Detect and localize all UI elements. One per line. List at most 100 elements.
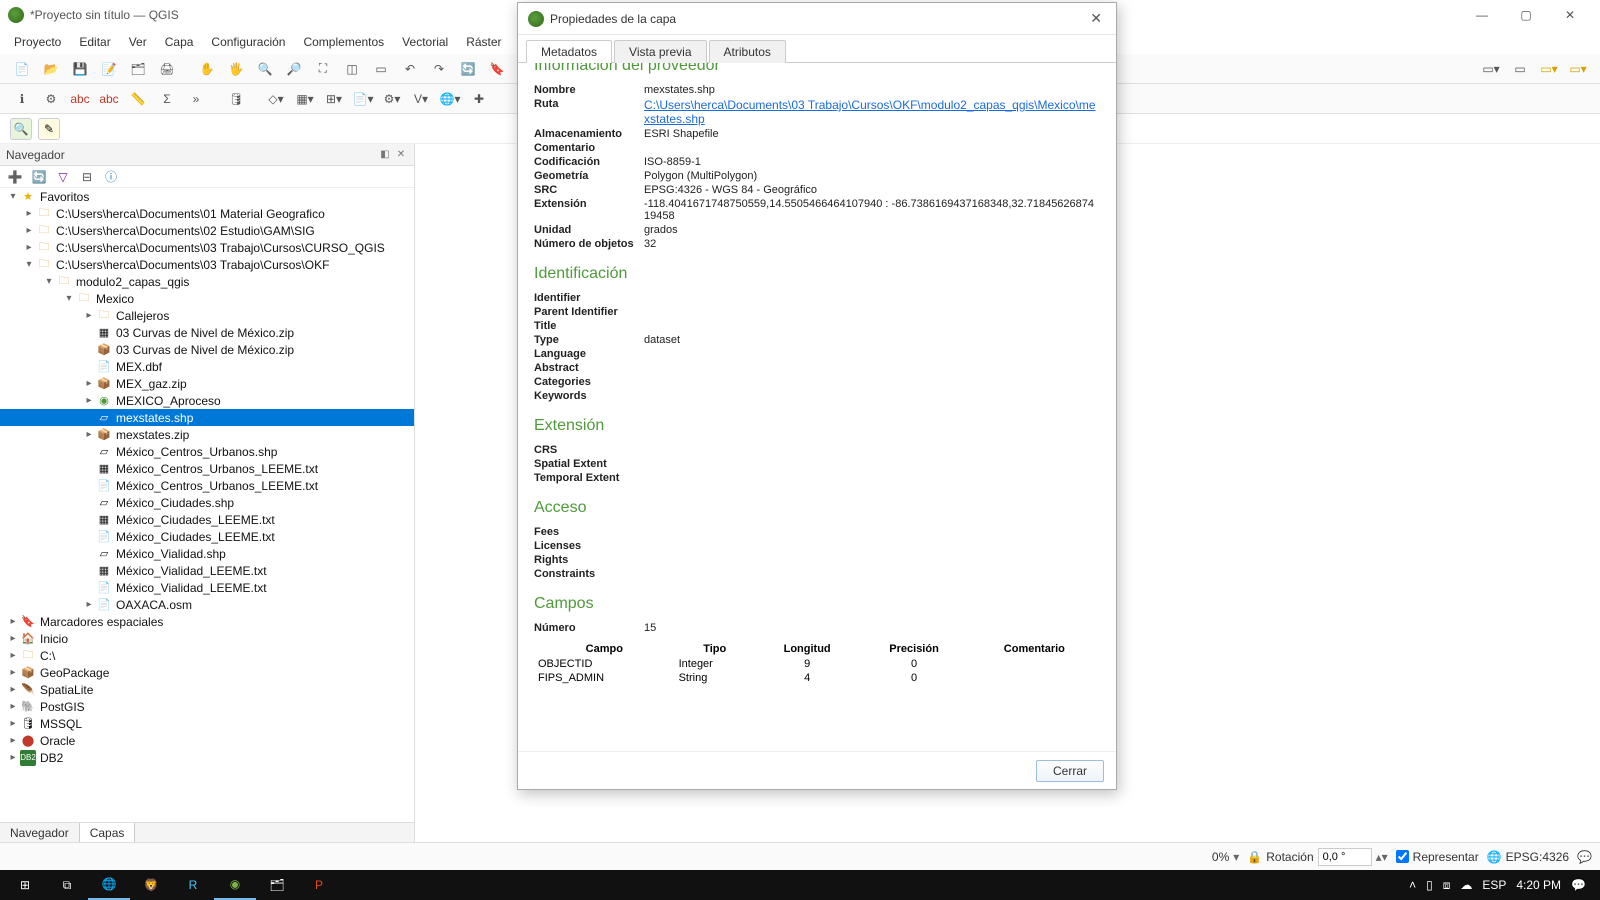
tree-item[interactable]: C:\Users\herca\Documents\03 Trabajo\Curs… xyxy=(56,258,329,272)
tree-item[interactable]: C:\ xyxy=(40,649,55,663)
panel-close-icon[interactable]: ✕ xyxy=(394,148,408,162)
wms-icon[interactable]: 🌐▾ xyxy=(438,87,462,111)
tree-item-selected[interactable]: mexstates.shp xyxy=(116,411,193,425)
tree-item[interactable]: Callejeros xyxy=(116,309,169,323)
menu-raster[interactable]: Ráster xyxy=(458,33,509,51)
tree-item[interactable]: Mexico xyxy=(96,292,134,306)
tree-item[interactable]: México_Centros_Urbanos.shp xyxy=(116,445,277,459)
task-view-icon[interactable]: ⧉ xyxy=(46,870,88,900)
pan-selection-icon[interactable]: 🖐 xyxy=(224,57,248,81)
tree-item[interactable]: México_Centros_Urbanos_LEEME.txt xyxy=(116,479,318,493)
filter-icon[interactable]: ▽ xyxy=(54,168,72,186)
add-layer-icon[interactable]: ➕ xyxy=(6,168,24,186)
close-button[interactable]: ✕ xyxy=(1548,0,1592,30)
tree-item[interactable]: DB2 xyxy=(40,751,63,765)
tree-item[interactable]: MEX.dbf xyxy=(116,360,162,374)
composer-icon[interactable]: 🖨 xyxy=(155,57,179,81)
tree-item[interactable]: MEXICO_Aproceso xyxy=(116,394,221,408)
save-project-icon[interactable]: 💾 xyxy=(68,57,92,81)
tree-item[interactable]: OAXACA.osm xyxy=(116,598,192,612)
save-as-icon[interactable]: 📝 xyxy=(97,57,121,81)
tray-notifications-icon[interactable]: 💬 xyxy=(1571,878,1586,892)
tree-item[interactable]: Marcadores espaciales xyxy=(40,615,163,629)
tray-battery-icon[interactable]: ▯ xyxy=(1426,878,1433,892)
select-value-icon[interactable]: ▭▾ xyxy=(1566,57,1590,81)
tree-item[interactable]: México_Centros_Urbanos_LEEME.txt xyxy=(116,462,318,476)
explorer-icon[interactable]: 🗂 xyxy=(256,870,298,900)
expand-icon[interactable]: » xyxy=(184,87,208,111)
quick-edit-icon[interactable]: ✎ xyxy=(38,118,60,140)
zoom-next-icon[interactable]: ↷ xyxy=(427,57,451,81)
menu-editar[interactable]: Editar xyxy=(71,33,118,51)
select-icon[interactable]: ▭▾ xyxy=(1479,57,1503,81)
new-project-icon[interactable]: 📄 xyxy=(10,57,34,81)
close-button[interactable]: Cerrar xyxy=(1036,760,1104,782)
browser-tree[interactable]: ▾★Favoritos ▸🗀C:\Users\herca\Documents\0… xyxy=(0,188,414,822)
identify-icon[interactable]: ℹ xyxy=(10,87,34,111)
rotation-input[interactable] xyxy=(1318,848,1372,866)
measure-icon[interactable]: 📏 xyxy=(126,87,150,111)
tray-dropbox-icon[interactable]: ⧈ xyxy=(1443,878,1451,893)
tray-time[interactable]: 4:20 PM xyxy=(1516,878,1561,892)
deselect-icon[interactable]: ▭ xyxy=(1508,57,1532,81)
tree-item[interactable]: Inicio xyxy=(40,632,68,646)
tree-item[interactable]: SpatiaLite xyxy=(40,683,93,697)
zoom-full-icon[interactable]: ⛶ xyxy=(311,57,335,81)
zoom-in-icon[interactable]: 🔍 xyxy=(253,57,277,81)
properties-icon[interactable]: ⓘ xyxy=(102,168,120,186)
tray-cloud-icon[interactable]: ☁ xyxy=(1460,878,1472,892)
tree-item[interactable]: México_Vialidad_LEEME.txt xyxy=(116,581,267,595)
chrome-icon[interactable]: 🌐 xyxy=(88,870,130,900)
new-bookmark-icon[interactable]: 🔖 xyxy=(485,57,509,81)
select-location-icon[interactable]: ▭▾ xyxy=(1537,57,1561,81)
quick-osm-icon[interactable]: 🔍 xyxy=(10,118,32,140)
tree-item[interactable]: modulo2_capas_qgis xyxy=(76,275,189,289)
zoom-out-icon[interactable]: 🔎 xyxy=(282,57,306,81)
panel-float-icon[interactable]: ◧ xyxy=(378,148,392,162)
action-icon[interactable]: ⚙ xyxy=(39,87,63,111)
rstudio-icon[interactable]: R xyxy=(172,870,214,900)
tab-metadatos[interactable]: Metadatos xyxy=(526,40,612,63)
zoom-last-icon[interactable]: ↶ xyxy=(398,57,422,81)
tree-item[interactable]: México_Vialidad.shp xyxy=(116,547,226,561)
render-checkbox[interactable] xyxy=(1396,850,1409,863)
tree-item[interactable]: México_Vialidad_LEEME.txt xyxy=(116,564,267,578)
tree-item[interactable]: C:\Users\herca\Documents\01 Material Geo… xyxy=(56,207,325,221)
vector-icon[interactable]: ◇▾ xyxy=(264,87,288,111)
maximize-button[interactable]: ▢ xyxy=(1504,0,1548,30)
messages-icon[interactable]: 💬 xyxy=(1577,850,1592,864)
tab-atributos[interactable]: Atributos xyxy=(709,40,786,63)
open-project-icon[interactable]: 📂 xyxy=(39,57,63,81)
tree-item[interactable]: Oracle xyxy=(40,734,75,748)
abc2-icon[interactable]: abc xyxy=(97,87,121,111)
zoom-selection-icon[interactable]: ◫ xyxy=(340,57,364,81)
virtual-icon[interactable]: V▾ xyxy=(409,87,433,111)
tab-vistaprevia[interactable]: Vista previa xyxy=(614,40,706,63)
menu-configuracion[interactable]: Configuración xyxy=(203,33,293,51)
tree-item[interactable]: México_Ciudades_LEEME.txt xyxy=(116,513,275,527)
delim-icon[interactable]: 📄▾ xyxy=(351,87,375,111)
brave-icon[interactable]: 🦁 xyxy=(130,870,172,900)
zoom-layer-icon[interactable]: ▭ xyxy=(369,57,393,81)
dialog-body[interactable]: Información del proveedor Nombremexstate… xyxy=(518,63,1116,751)
abc-icon[interactable]: abc xyxy=(68,87,92,111)
tree-item[interactable]: 03 Curvas de Nivel de México.zip xyxy=(116,343,294,357)
menu-complementos[interactable]: Complementos xyxy=(295,33,392,51)
tree-item[interactable]: C:\Users\herca\Documents\03 Trabajo\Curs… xyxy=(56,241,385,255)
tree-item[interactable]: GeoPackage xyxy=(40,666,109,680)
tree-item[interactable]: 03 Curvas de Nivel de México.zip xyxy=(116,326,294,340)
refresh-icon[interactable]: 🔄 xyxy=(456,57,480,81)
refresh-browser-icon[interactable]: 🔄 xyxy=(30,168,48,186)
menu-proyecto[interactable]: Proyecto xyxy=(6,33,69,51)
tab-navegador[interactable]: Navegador xyxy=(0,823,80,844)
qgis-task-icon[interactable]: ◉ xyxy=(214,870,256,900)
tree-item[interactable]: México_Ciudades.shp xyxy=(116,496,234,510)
collapse-icon[interactable]: ⊟ xyxy=(78,168,96,186)
powerpoint-icon[interactable]: P xyxy=(298,870,340,900)
dialog-close-icon[interactable]: ✕ xyxy=(1086,6,1106,31)
tab-capas[interactable]: Capas xyxy=(80,823,136,844)
tree-item[interactable]: PostGIS xyxy=(40,700,85,714)
tree-favoritos[interactable]: Favoritos xyxy=(40,190,89,204)
windows-start-icon[interactable]: ⊞ xyxy=(4,870,46,900)
tray-chevron-icon[interactable]: ˄ xyxy=(1409,878,1416,892)
